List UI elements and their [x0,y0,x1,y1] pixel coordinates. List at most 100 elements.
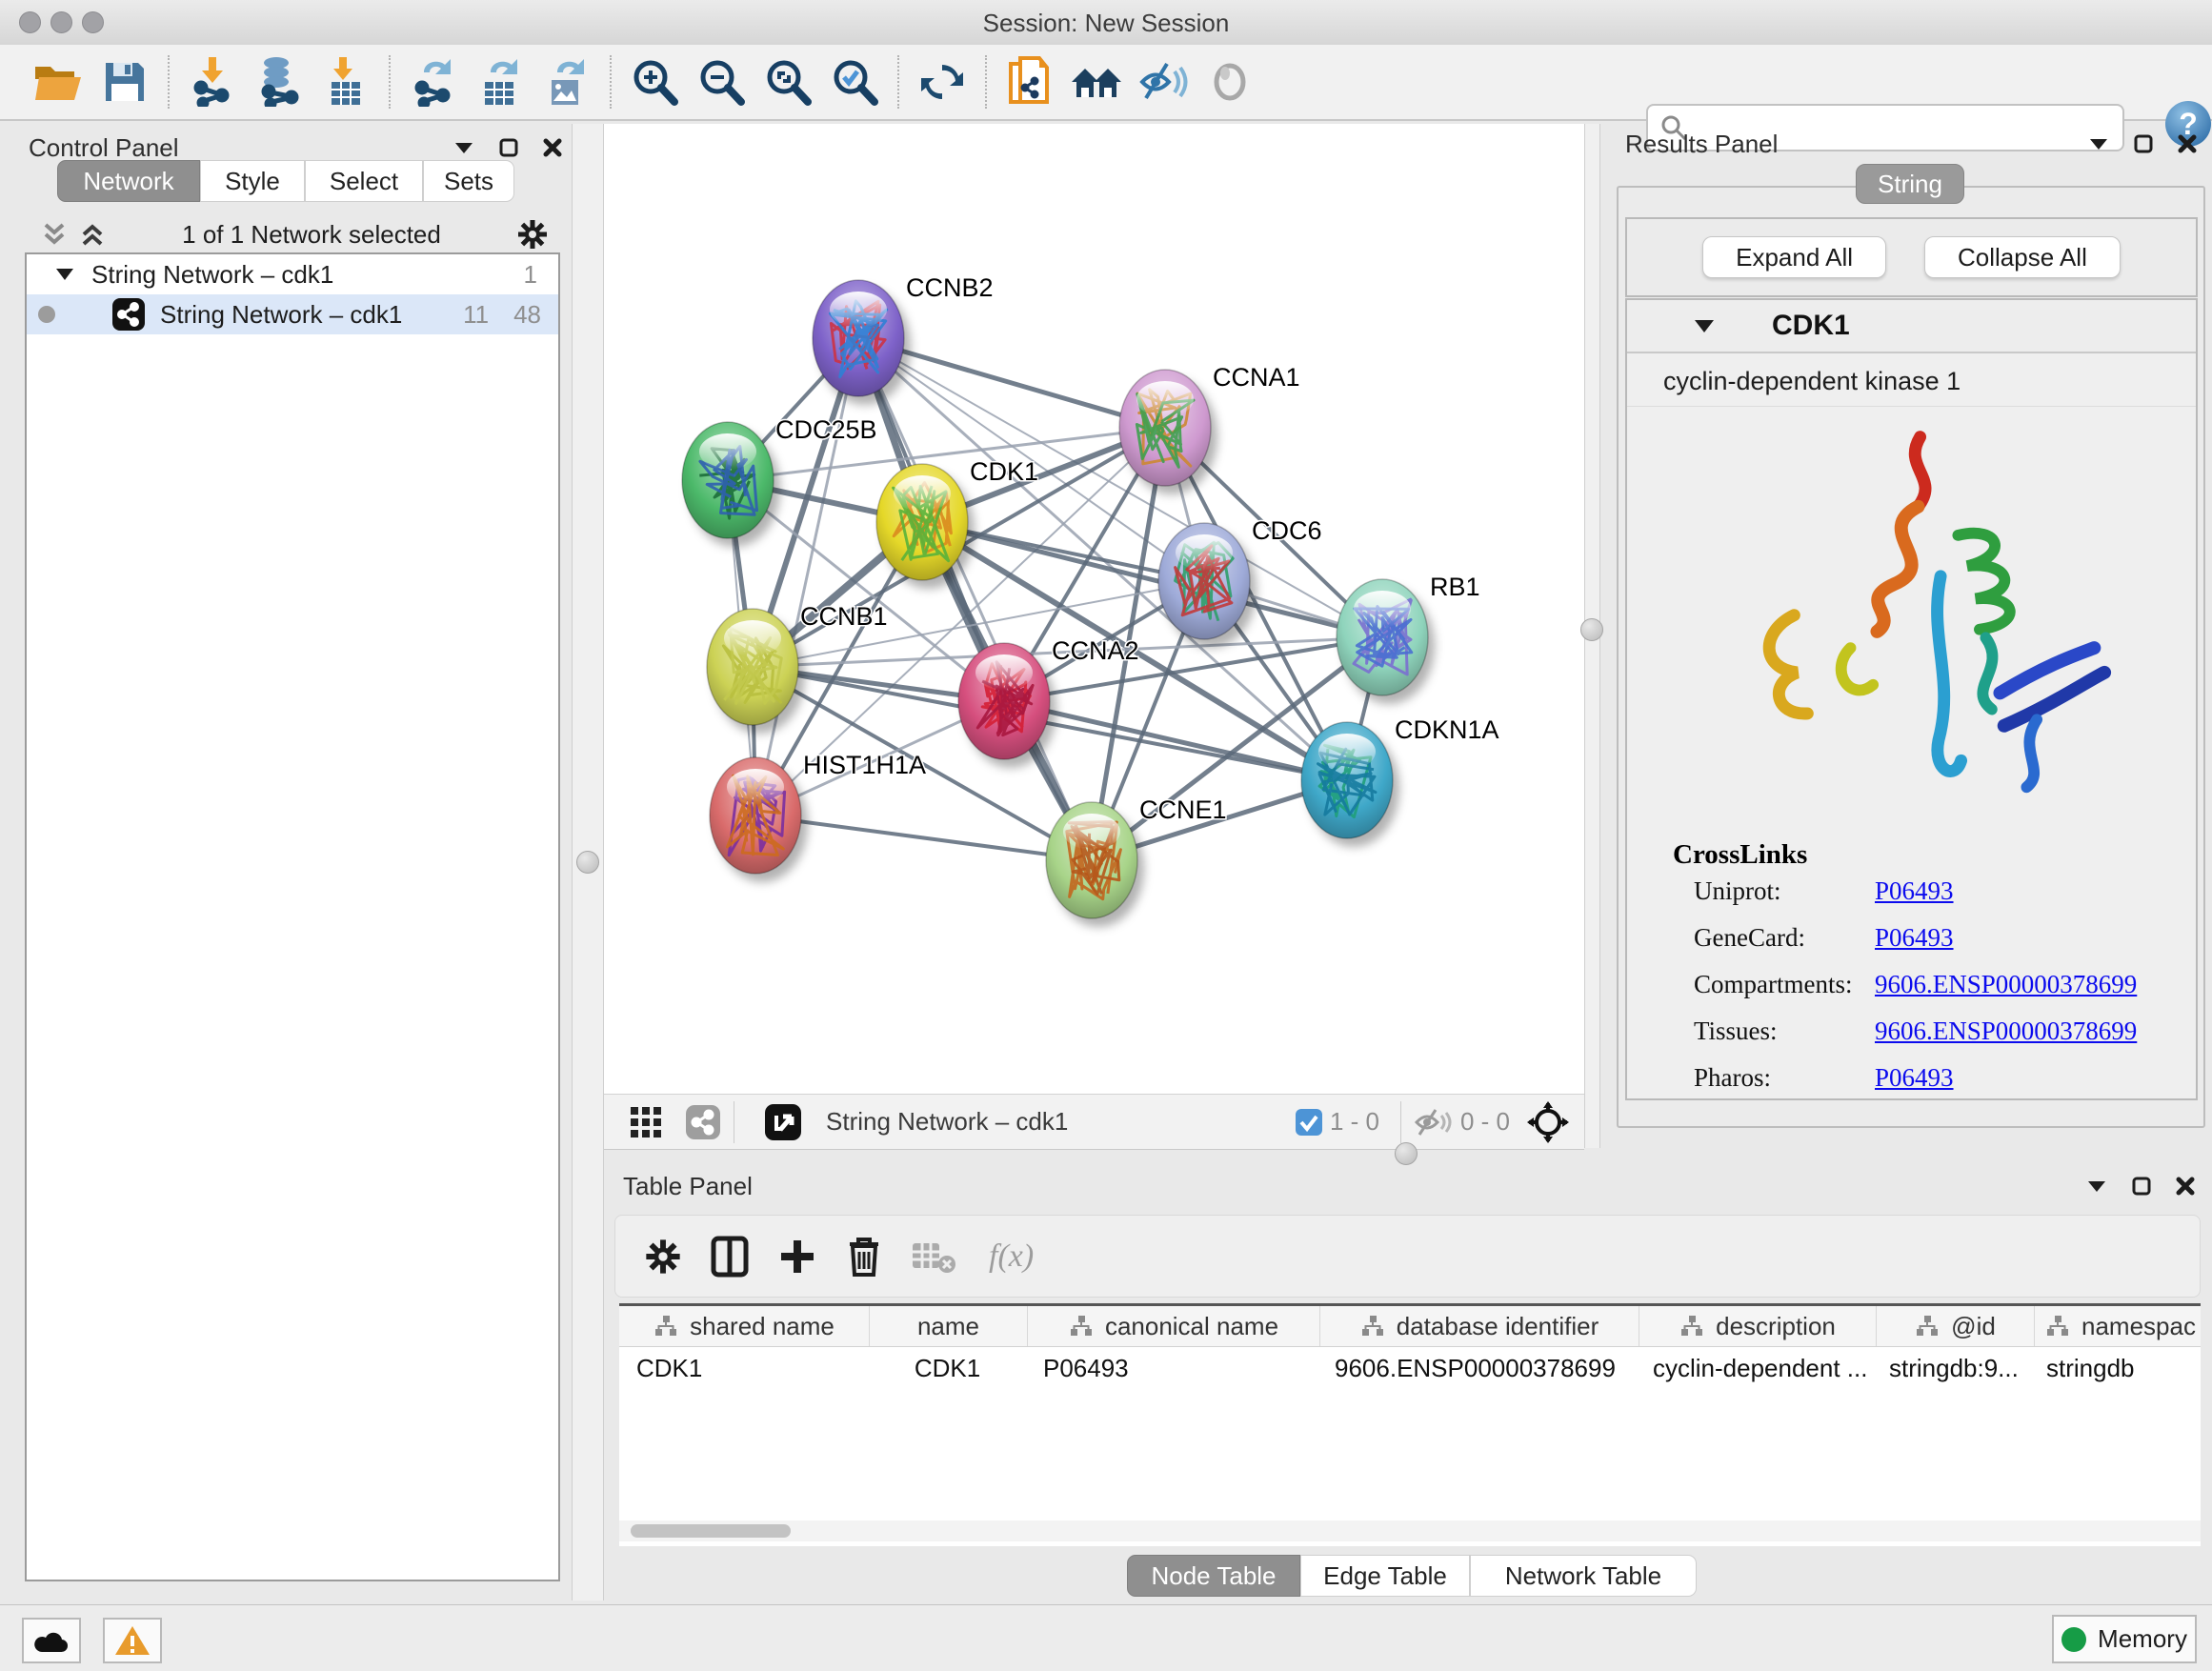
collection-expand-icon[interactable] [55,268,74,281]
column-header-namespac[interactable]: namespac [2034,1306,2206,1346]
panel-float-icon[interactable] [2134,134,2153,153]
export-image-icon[interactable] [539,54,594,110]
crosslink-link[interactable]: P06493 [1875,923,1954,953]
network-collection-row[interactable]: String Network – cdk1 1 [27,254,558,294]
node-CDKN1A[interactable]: CDKN1A [1301,715,1499,847]
node-CCNE1[interactable]: CCNE1 [1046,795,1227,927]
panel-menu-icon[interactable] [453,141,474,154]
panel-float-icon[interactable] [499,138,518,157]
table-cell[interactable]: P06493 [1026,1354,1317,1383]
crosslink-link[interactable]: 9606.ENSP00000378699 [1875,970,2137,999]
add-column-icon[interactable] [777,1237,817,1277]
hide-selected-icon[interactable] [1136,54,1191,110]
table-cell[interactable]: cyclin-dependent ... [1636,1354,1872,1383]
collapse-all-button[interactable]: Collapse All [1924,236,2121,278]
export-network-icon[interactable] [406,54,461,110]
save-session-icon[interactable] [97,54,152,110]
panel-close-icon[interactable] [2176,1177,2195,1196]
crosslink-link[interactable]: P06493 [1875,876,1954,906]
crosslink-link[interactable]: 9606.ENSP00000378699 [1875,1017,2137,1046]
open-in-window-icon[interactable] [765,1104,801,1140]
export-table-icon[interactable] [473,54,528,110]
gene-section-header[interactable]: CDK1 [1627,300,2196,353]
open-session-icon[interactable] [30,54,86,110]
panel-close-icon[interactable] [543,138,562,157]
gene-collapse-icon[interactable] [1694,319,1715,333]
import-network-from-file-icon[interactable] [185,54,240,110]
network-canvas[interactable]: CCNB2CCNA1CDC25BCDK1CDC6RB1CCNB1CCNA2CDK… [604,124,1584,1094]
crosslink-link[interactable]: P06493 [1875,1063,1954,1093]
toolbar-separator [389,55,391,109]
import-network-from-database-icon[interactable] [251,54,307,110]
crosslink-row: Compartments:9606.ENSP00000378699 [1694,970,2196,999]
column-header-database-identifier[interactable]: database identifier [1319,1306,1639,1346]
zoom-in-icon[interactable] [627,54,682,110]
panel-menu-icon[interactable] [2086,1179,2107,1193]
node-CDK1[interactable]: CDK1 [876,457,1038,589]
edge-CCNB2-CCNE1[interactable] [858,338,1092,860]
network-options-gear-icon[interactable] [516,218,549,251]
table-options-gear-icon[interactable] [644,1238,682,1276]
node-RB1[interactable]: RB1 [1337,573,1480,704]
panel-menu-icon[interactable] [2088,137,2109,151]
tab-edge-table[interactable]: Edge Table [1300,1555,1470,1597]
hidden-eye-icon[interactable] [1415,1107,1453,1137]
network-label: String Network – cdk1 [160,300,402,330]
tab-network[interactable]: Network [57,160,200,202]
column-header-shared-name[interactable]: shared name [619,1306,869,1346]
zoom-selected-icon[interactable] [827,54,882,110]
table-cell[interactable]: stringdb [2029,1354,2201,1383]
column-header-canonical-name[interactable]: canonical name [1027,1306,1319,1346]
table-cell[interactable]: 9606.ENSP00000378699 [1317,1354,1636,1383]
warning-icon [113,1624,151,1657]
crosslink-label: Uniprot: [1694,876,1875,906]
panel-float-icon[interactable] [2132,1177,2151,1196]
tab-sets[interactable]: Sets [423,160,514,202]
table-row[interactable]: CDK1CDK1P064939606.ENSP00000378699cyclin… [619,1347,2201,1389]
table-header-row: shared namenamecanonical namedatabase id… [619,1306,2201,1347]
scrollbar-thumb[interactable] [631,1524,791,1538]
table-cell[interactable]: CDK1 [619,1354,869,1383]
node-CDC25B[interactable]: CDC25B [682,415,877,547]
tab-style[interactable]: Style [200,160,305,202]
delete-column-icon[interactable] [846,1235,882,1278]
column-header--id[interactable]: @id [1876,1306,2034,1346]
home-icon[interactable] [1069,54,1124,110]
network-row[interactable]: String Network – cdk1 11 48 [27,294,558,334]
node-CCNB2[interactable]: CCNB2 [813,273,994,405]
node-HIST1H1A[interactable]: HIST1H1A [710,751,926,882]
refresh-icon[interactable] [915,54,970,110]
results-panel-header: Results Panel [1625,128,2197,160]
node-table[interactable]: shared namenamecanonical namedatabase id… [619,1303,2201,1546]
edge-CCNB2-HIST1H1A[interactable] [755,338,858,815]
warnings-button[interactable] [103,1618,162,1663]
node-CDC6[interactable]: CDC6 [1158,516,1322,648]
import-table-from-file-icon[interactable] [318,54,373,110]
show-columns-icon[interactable] [711,1236,749,1278]
tab-network-table[interactable]: Network Table [1470,1555,1697,1597]
cloud-button[interactable] [22,1618,81,1663]
expand-all-icon[interactable] [78,222,107,247]
tab-string[interactable]: String [1856,164,1964,204]
panel-close-icon[interactable] [2178,134,2197,153]
collapse-all-icon[interactable] [40,222,69,247]
network-document-icon[interactable] [1002,54,1057,110]
column-header-name[interactable]: name [869,1306,1027,1346]
tab-select[interactable]: Select [305,160,423,202]
table-splitter-handle[interactable] [1395,1142,1418,1165]
table-cell[interactable]: CDK1 [869,1354,1026,1383]
column-header-description[interactable]: description [1639,1306,1876,1346]
results-splitter-handle[interactable] [1580,618,1603,641]
table-cell[interactable]: stringdb:9... [1872,1354,2029,1383]
memory-button[interactable]: Memory [2052,1615,2197,1663]
zoom-out-icon[interactable] [694,54,749,110]
grid-view-icon[interactable] [629,1105,663,1139]
node-CCNA1[interactable]: CCNA1 [1119,363,1300,494]
horizontal-scrollbar[interactable] [619,1520,2201,1541]
tab-node-table[interactable]: Node Table [1127,1555,1300,1597]
birds-eye-icon[interactable] [1527,1101,1569,1143]
splitter-handle[interactable] [576,851,599,874]
selected-checkbox-icon[interactable] [1296,1109,1322,1136]
zoom-fit-icon[interactable] [760,54,815,110]
expand-all-button[interactable]: Expand All [1702,236,1886,278]
